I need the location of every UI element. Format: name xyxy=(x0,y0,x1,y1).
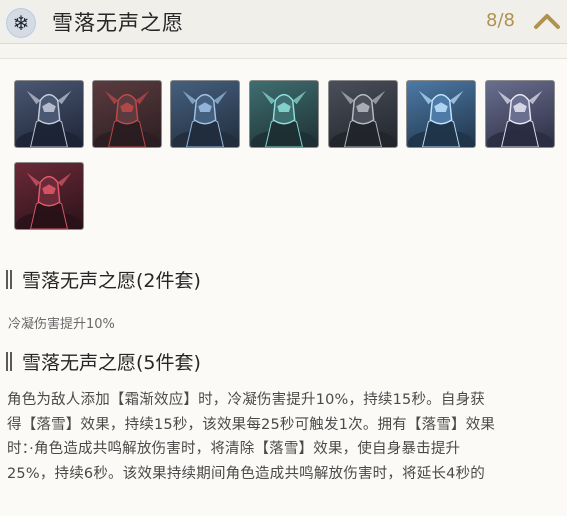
character-portrait-6[interactable] xyxy=(406,80,476,148)
portrait-icon xyxy=(408,90,474,147)
set5-heading: 雪落无声之愿(5件套) xyxy=(6,348,201,375)
character-portrait-7[interactable] xyxy=(485,80,555,148)
heading-bar-icon xyxy=(6,352,12,371)
description-line: 角色为敌人添加【霜渐效应】时，冷凝伤害提升10%，持续15秒。自身获 xyxy=(7,392,485,408)
heading-bar-icon xyxy=(6,270,12,289)
character-portrait-8[interactable] xyxy=(14,162,84,230)
portrait-icon xyxy=(251,90,317,147)
set-title: 雪落无声之愿 xyxy=(52,11,184,35)
piece-count: 8/8 xyxy=(486,10,515,31)
character-portrait-2[interactable] xyxy=(92,80,162,148)
set2-heading: 雪落无声之愿(2件套) xyxy=(6,266,201,293)
portrait-icon xyxy=(16,90,82,147)
set5-heading-text: 雪落无声之愿(5件套) xyxy=(22,352,201,374)
portrait-icon xyxy=(94,90,160,147)
portrait-icon xyxy=(172,90,238,147)
set2-effect: 冷凝伤害提升10% xyxy=(8,317,115,332)
portrait-icon xyxy=(16,172,82,229)
description-line: 得【落雪】效果，持续15秒，该效果每25秒可触发1次。拥有【落雪】效果 xyxy=(7,416,496,433)
character-portrait-3[interactable] xyxy=(170,80,240,148)
character-portrait-4[interactable] xyxy=(249,80,319,148)
character-portrait-1[interactable] xyxy=(14,80,84,148)
set2-heading-text: 雪落无声之愿(2件套) xyxy=(22,270,201,292)
portrait-icon xyxy=(487,90,553,147)
set-header[interactable]: ❄ 雪落无声之愿 8/8 xyxy=(0,0,567,44)
chevron-up-icon xyxy=(534,14,560,29)
character-portrait-5[interactable] xyxy=(328,80,398,148)
description-line: 25%，持续6秒。该效果持续期间角色造成共鸣解放伤害时，将延长4秒的 xyxy=(7,465,485,482)
set5-description: 角色为敌人添加【霜渐效应】时，冷凝伤害提升10%，持续15秒。自身获 得【落雪】… xyxy=(7,388,563,486)
snowflake-icon: ❄ xyxy=(4,6,38,40)
description-line: 时：·角色造成共鸣解放伤害时，将清除【落雪】效果，使自身暴击提升 xyxy=(7,441,461,457)
portrait-icon xyxy=(330,90,396,147)
collapse-button[interactable] xyxy=(532,8,562,34)
